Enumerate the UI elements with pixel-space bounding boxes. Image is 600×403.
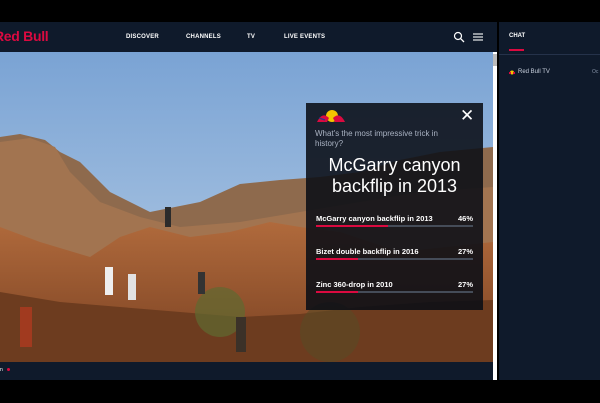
poll-option[interactable]: Zinc 360-drop in 2010 27%: [316, 280, 473, 294]
poll-leading-answer: McGarry canyon backflip in 2013: [328, 155, 461, 196]
close-icon[interactable]: ✕: [460, 107, 474, 124]
poll-option-percent: 27%: [457, 280, 473, 289]
chat-channel-name: Red Bull TV: [518, 69, 550, 75]
scrollbar-thumb[interactable]: [493, 54, 497, 66]
poll-option-bar: [316, 291, 473, 293]
poll-option[interactable]: McGarry canyon backflip in 2013 46%: [316, 214, 473, 228]
red-bull-channel-icon: [509, 70, 515, 74]
page-scrollbar[interactable]: [493, 52, 497, 380]
poll-option-label: McGarry canyon backflip in 2013: [316, 214, 433, 223]
poll-option-label: Zinc 360-drop in 2010: [316, 280, 393, 289]
main-navbar: Red Bull DISCOVER CHANNELS TV LIVE EVENT…: [0, 22, 497, 52]
chat-divider: [499, 54, 600, 55]
tab-chat-active-indicator: [509, 49, 524, 51]
red-bull-logo[interactable]: Red Bull: [0, 28, 49, 44]
nav-channels[interactable]: CHANNELS: [186, 34, 221, 40]
poll-option-bar-fill: [316, 291, 359, 293]
poll-option-bar-fill: [316, 225, 389, 227]
poll-option-bar: [316, 225, 473, 227]
poll-option-bar: [316, 258, 473, 260]
poll-option-bar-fill: [316, 258, 359, 260]
poll-option-label: Bizet double backflip in 2016: [316, 247, 419, 256]
bottom-black-bar: [0, 380, 600, 403]
nav-live-events[interactable]: LIVE EVENTS: [284, 34, 325, 40]
red-bull-bulls-logo: [317, 110, 345, 122]
nav-discover[interactable]: DISCOVER: [126, 34, 159, 40]
poll-option-percent: 46%: [457, 214, 473, 223]
chat-panel: CHAT Red Bull TV Oc: [499, 22, 600, 380]
player-bottom-strip: n: [0, 362, 493, 380]
nav-tv[interactable]: TV: [247, 34, 255, 40]
hamburger-menu-icon[interactable]: [472, 31, 484, 43]
chat-channel-date: Oc: [592, 69, 599, 75]
top-black-bar: [0, 0, 600, 22]
chat-channel-item[interactable]: Red Bull TV: [509, 69, 550, 75]
bottom-strip-label: n: [0, 367, 3, 373]
search-icon[interactable]: [453, 31, 465, 43]
poll-option[interactable]: Bizet double backflip in 2016 27%: [316, 247, 473, 261]
tab-chat[interactable]: CHAT: [509, 33, 525, 39]
app-window: Red Bull DISCOVER CHANNELS TV LIVE EVENT…: [0, 0, 600, 403]
poll-overlay: ✕ What's the most impressive trick in hi…: [306, 103, 483, 310]
live-dot-icon: [7, 368, 10, 371]
poll-option-percent: 27%: [457, 247, 473, 256]
poll-question: What's the most impressive trick in hist…: [315, 129, 438, 148]
